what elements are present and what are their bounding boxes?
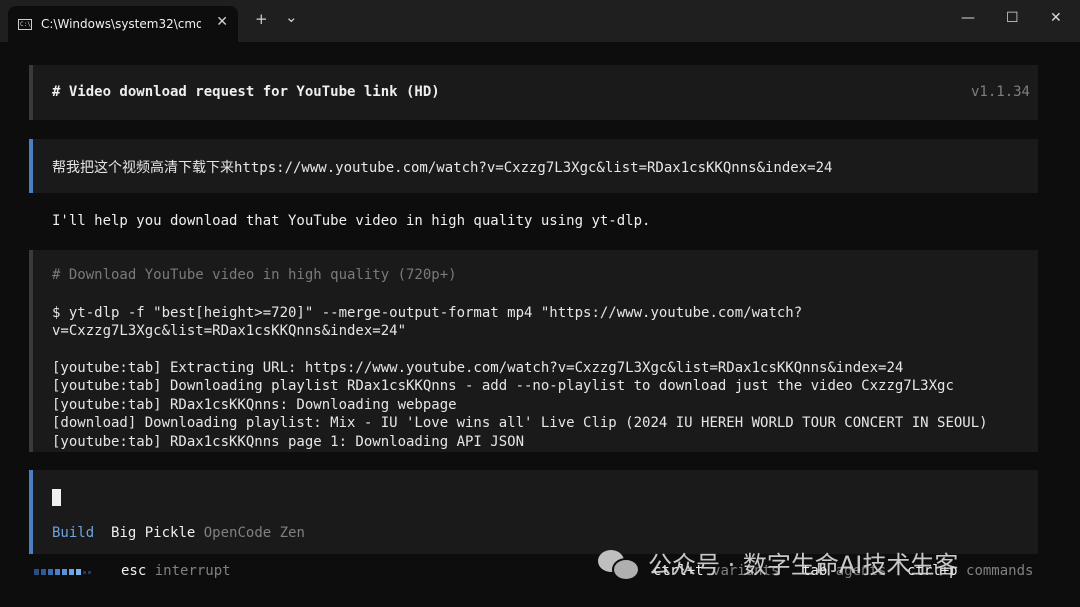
spinner-segment — [83, 571, 86, 574]
version-label: v1.1.34 — [970, 84, 1030, 100]
model-label[interactable]: Big Pickle — [111, 525, 195, 541]
output-line: [youtube:tab] RDax1csKKQnns page 1: Down… — [52, 434, 525, 450]
terminal-icon: C:\ — [18, 18, 32, 30]
close-window-button[interactable]: ✕ — [1050, 10, 1062, 26]
watermark: 公众号 · 数字生命AI技术生客 — [598, 545, 959, 581]
session-header: # Video download request for YouTube lin… — [29, 65, 1038, 120]
user-message-text: 帮我把这个视频高清下载下来https://www.youtube.com/wat… — [52, 160, 833, 176]
output-line: [youtube:tab] RDax1csKKQnns: Downloading… — [52, 397, 457, 413]
text-cursor — [52, 489, 61, 506]
title-bar: C:\ C:\Windows\system32\cmd.ex ✕ + ⌄ — ☐… — [0, 0, 1080, 42]
agent-info: Build Big Pickle OpenCode Zen — [52, 525, 305, 541]
close-tab-icon[interactable]: ✕ — [216, 14, 228, 30]
chevron-down-icon[interactable]: ⌄ — [285, 10, 298, 25]
user-message: 帮我把这个视频高清下载下来https://www.youtube.com/wat… — [29, 139, 1038, 193]
command-line: $ yt-dlp -f "best[height>=720]" --merge-… — [52, 305, 803, 321]
prompt-input[interactable]: Build Big Pickle OpenCode Zen — [29, 470, 1038, 554]
loading-spinner-icon — [34, 569, 91, 575]
spinner-segment — [62, 569, 67, 575]
wechat-logo-icon — [598, 548, 640, 581]
spinner-segment — [48, 569, 53, 575]
new-tab-button[interactable]: + — [255, 12, 268, 27]
esc-label: interrupt — [154, 563, 231, 579]
watermark-text: 公众号 · 数字生命AI技术生客 — [648, 551, 959, 579]
minimize-button[interactable]: — — [961, 10, 975, 26]
spinner-segment — [41, 569, 46, 575]
tab-title: C:\Windows\system32\cmd.ex — [41, 17, 201, 31]
output-line: [youtube:tab] Downloading playlist RDax1… — [52, 378, 954, 394]
spinner-segment — [55, 569, 60, 575]
spinner-segment — [76, 569, 81, 575]
command-line-continued: v=Cxzzg7L3Xgc&list=RDax1csKKQnns&index=2… — [52, 323, 407, 339]
spinner-segment — [34, 569, 39, 575]
terminal-tab[interactable]: C:\ C:\Windows\system32\cmd.ex ✕ — [8, 6, 238, 42]
hint-label: commands — [966, 563, 1034, 579]
spinner-segment — [69, 569, 74, 575]
code-comment: # Download YouTube video in high quality… — [52, 267, 457, 283]
output-line: [youtube:tab] Extracting URL: https://ww… — [52, 360, 904, 376]
spinner-segment — [88, 571, 91, 574]
esc-key: esc — [121, 563, 147, 579]
tool-output-block: # Download YouTube video in high quality… — [29, 250, 1038, 452]
agent-mode-label[interactable]: Build — [52, 525, 94, 541]
maximize-button[interactable]: ☐ — [1006, 10, 1019, 26]
assistant-reply: I'll help you download that YouTube vide… — [52, 213, 651, 229]
session-title: # Video download request for YouTube lin… — [52, 84, 440, 100]
esc-hint[interactable]: esc interrupt — [121, 563, 231, 579]
output-line: [download] Downloading playlist: Mix - I… — [52, 415, 988, 431]
provider-label: OpenCode Zen — [203, 525, 305, 541]
